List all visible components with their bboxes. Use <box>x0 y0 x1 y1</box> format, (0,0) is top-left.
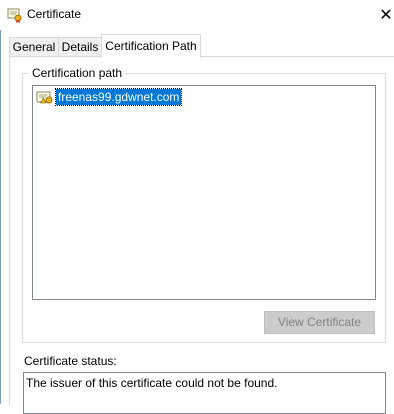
tab-details[interactable]: Details <box>58 37 102 57</box>
tab-details-label: Details <box>61 40 99 54</box>
certificate-icon <box>7 7 23 23</box>
certificate-status-label: Certificate status: <box>24 354 117 368</box>
window-title: Certificate <box>27 7 82 21</box>
tab-general[interactable]: General <box>9 37 59 57</box>
close-icon: ✕ <box>379 5 393 24</box>
certificate-status-box: The issuer of this certificate could not… <box>23 372 386 414</box>
tree-item-label: freenas99.gdwnet.com <box>54 88 183 106</box>
tab-general-label: General <box>12 40 56 54</box>
title-bar: Certificate ✕ <box>0 0 394 30</box>
tab-certification-path[interactable]: Certification Path <box>101 34 201 58</box>
tab-certification-path-label: Certification Path <box>105 39 197 53</box>
certification-path-tree[interactable]: freenas99.gdwnet.com <box>32 85 376 300</box>
view-certificate-button[interactable]: View Certificate <box>264 311 375 334</box>
window-left-border <box>0 0 1 404</box>
certification-path-label: Certification path <box>29 66 126 80</box>
certificate-warning-icon <box>36 89 54 105</box>
certificate-status-text: The issuer of this certificate could not… <box>26 376 278 390</box>
close-button[interactable]: ✕ <box>378 5 394 25</box>
